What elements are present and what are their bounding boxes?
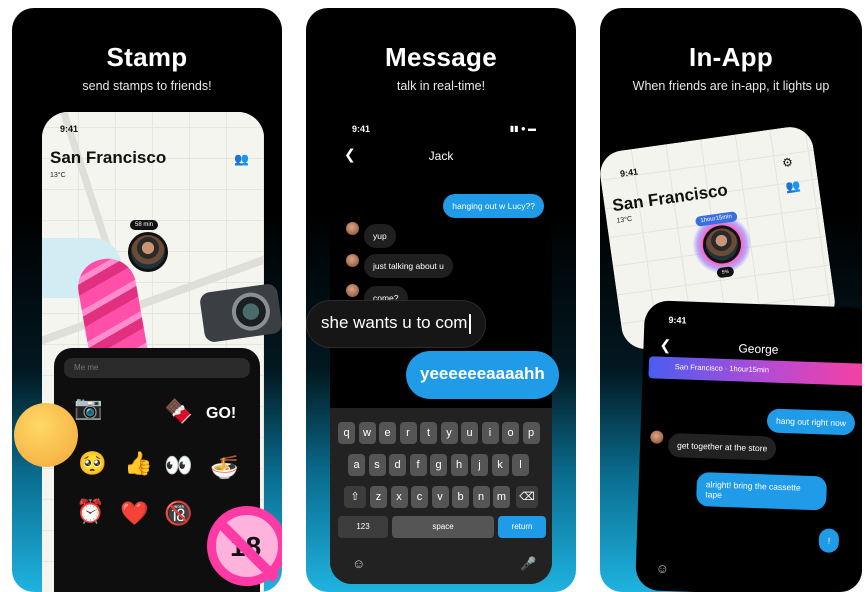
pleading-emoji-sticker bbox=[14, 403, 78, 467]
camera-lens bbox=[229, 290, 273, 334]
sticker-chocolate[interactable]: 🍫 bbox=[164, 400, 193, 423]
chat-phone: 9:41 ▮▮ ● ▬ ❮ Jack hanging out w Lucy?? … bbox=[330, 112, 552, 584]
text-cursor bbox=[469, 313, 471, 334]
status-time: 9:41 bbox=[352, 124, 371, 134]
message-bubble: ! bbox=[818, 528, 840, 553]
key-j[interactable]: j bbox=[471, 454, 488, 476]
emoji-icon[interactable]: ☺ bbox=[656, 561, 670, 576]
sticker-search-input[interactable]: Me me bbox=[64, 358, 250, 378]
sticker-noodles[interactable]: 🍜 bbox=[210, 456, 239, 479]
inapp-panel: In-App When friends are in-app, it light… bbox=[600, 8, 862, 592]
no-sign-bar bbox=[214, 517, 280, 583]
message-bubble: get together at the store bbox=[667, 432, 777, 461]
temperature: 13°C bbox=[50, 172, 66, 179]
contact-name: Jack bbox=[428, 149, 454, 163]
sticker-camera[interactable]: 📷 bbox=[74, 396, 103, 419]
key-u[interactable]: u bbox=[461, 422, 478, 444]
keyboard: qwertyuiop asdfghjkl zxcvbnm ⇧ ⌫ 123 spa… bbox=[330, 408, 552, 584]
status-time: 9:41 bbox=[668, 314, 687, 326]
city-title: San Francisco bbox=[50, 148, 167, 167]
friend-distance-pill: 58 min bbox=[130, 220, 159, 230]
key-r[interactable]: r bbox=[399, 422, 417, 444]
panel-subtitle: When friends are in-app, it lights up bbox=[632, 79, 830, 93]
add-friend-icon[interactable]: 👥 bbox=[234, 152, 249, 166]
camera-sticker bbox=[198, 282, 282, 344]
sending-bubble: yeeeeeeaaaahh bbox=[406, 351, 559, 399]
key-k[interactable]: k bbox=[491, 454, 509, 476]
microphone-icon[interactable]: 🎤 bbox=[520, 556, 536, 572]
message-panel: Message talk in real-time! 9:41 ▮▮ ● ▬ ❮… bbox=[306, 8, 576, 592]
sticker-heart[interactable]: ❤️ bbox=[120, 502, 149, 525]
emoji-icon[interactable]: ☺ bbox=[352, 556, 365, 571]
key-l[interactable]: l bbox=[512, 454, 529, 476]
key-i[interactable]: i bbox=[481, 422, 499, 444]
panel-title: Stamp bbox=[106, 42, 188, 72]
signal-battery-icon: ▮▮ ● ▬ bbox=[509, 124, 536, 133]
key-d[interactable]: d bbox=[389, 454, 406, 476]
message-bubble: alright! bring the cassette tape bbox=[695, 471, 828, 511]
key-n[interactable]: n bbox=[472, 486, 490, 508]
key-c[interactable]: c bbox=[411, 486, 428, 508]
typing-input[interactable]: she wants u to com bbox=[306, 300, 486, 348]
key-o[interactable]: o bbox=[502, 422, 519, 444]
key-b[interactable]: b bbox=[452, 486, 469, 508]
temperature: 13°C bbox=[616, 215, 633, 225]
key-w[interactable]: w bbox=[358, 422, 376, 444]
delete-key[interactable]: ⌫ bbox=[516, 486, 538, 508]
sticker-eyes[interactable]: 👀 bbox=[164, 454, 193, 477]
no-18-sticker: 18 bbox=[207, 506, 282, 586]
status-time: 9:41 bbox=[60, 124, 79, 134]
key-x[interactable]: x bbox=[390, 486, 408, 508]
status-time: 9:41 bbox=[619, 166, 639, 179]
numbers-key[interactable]: 123 bbox=[338, 516, 388, 538]
sticker-thumbs-up[interactable]: 👍 bbox=[124, 452, 153, 475]
space-key[interactable]: space bbox=[392, 516, 494, 538]
key-t[interactable]: t bbox=[420, 422, 437, 444]
contact-avatar bbox=[650, 430, 664, 444]
add-friend-icon[interactable]: 👥 bbox=[785, 178, 802, 194]
location-banner[interactable]: San Francisco · 1hour15min bbox=[648, 356, 862, 387]
panel-title: Message bbox=[385, 42, 497, 72]
key-y[interactable]: y bbox=[440, 422, 458, 444]
gear-icon[interactable]: ⚙ bbox=[781, 155, 794, 170]
chat-header: ❮ Jack bbox=[330, 146, 552, 168]
typing-text: she wants u to com bbox=[321, 313, 468, 332]
key-e[interactable]: e bbox=[379, 422, 396, 444]
key-a[interactable]: a bbox=[348, 454, 365, 476]
friend-avatar[interactable] bbox=[128, 232, 168, 272]
key-h[interactable]: h bbox=[450, 454, 468, 476]
sticker-clock[interactable]: ⏰ bbox=[76, 500, 105, 523]
contact-avatar bbox=[346, 284, 359, 297]
chat-phone: 9:41 ❮ George San Francisco · 1hour15min… bbox=[635, 300, 862, 592]
key-f[interactable]: f bbox=[409, 454, 427, 476]
shift-key[interactable]: ⇧ bbox=[344, 486, 366, 508]
contact-avatar bbox=[346, 254, 359, 267]
city-title: San Francisco bbox=[611, 180, 729, 216]
sticker-go[interactable]: GO! bbox=[206, 406, 236, 422]
message-bubble: just talking about u bbox=[364, 254, 453, 278]
key-g[interactable]: g bbox=[430, 454, 447, 476]
sticker-18[interactable]: 🔞 bbox=[164, 502, 193, 525]
key-z[interactable]: z bbox=[370, 486, 387, 508]
message-bubble: yup bbox=[364, 224, 396, 248]
panel-subtitle: talk in real-time! bbox=[396, 79, 486, 93]
key-s[interactable]: s bbox=[368, 454, 386, 476]
contact-avatar bbox=[346, 222, 359, 235]
message-bubble: hanging out w Lucy?? bbox=[443, 194, 544, 218]
message-bubble: hang out right now bbox=[766, 408, 856, 436]
key-m[interactable]: m bbox=[493, 486, 510, 508]
key-p[interactable]: p bbox=[522, 422, 540, 444]
panel-title: In-App bbox=[688, 42, 774, 72]
location-banner-text: San Francisco · 1hour15min bbox=[674, 362, 770, 375]
key-v[interactable]: v bbox=[431, 486, 449, 508]
panel-subtitle: send stamps to friends! bbox=[82, 79, 212, 93]
key-q[interactable]: q bbox=[338, 422, 355, 444]
battery-pill: 5% bbox=[716, 266, 735, 279]
stamp-panel: Stamp send stamps to friends! 9:41 San F… bbox=[12, 8, 282, 592]
return-key[interactable]: return bbox=[498, 516, 546, 538]
sticker-pleading[interactable]: 🥺 bbox=[78, 452, 107, 475]
